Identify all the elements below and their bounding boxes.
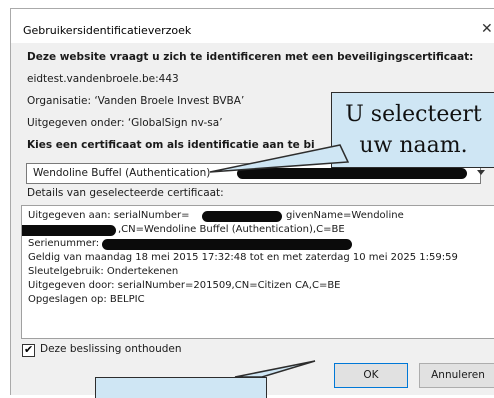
- request-heading: Deze website vraagt u zich te identifice…: [27, 51, 474, 63]
- issued-to-prefix: Uitgegeven aan: serialNumber=: [28, 210, 190, 221]
- site-organization: Organisatie: ‘Vanden Broele Invest BVBA’: [27, 95, 245, 107]
- certificate-details-box[interactable]: Uitgegeven aan: serialNumber= givenName=…: [21, 205, 494, 339]
- callout-text-line-1: U selecteert: [345, 102, 482, 127]
- close-icon[interactable]: ✕: [481, 21, 493, 37]
- serial-label: Serienummer:: [28, 238, 100, 249]
- remember-label: Deze beslissing onthouden: [40, 343, 182, 355]
- redaction-mark: [237, 168, 467, 179]
- callout-text-line-2: uw naam.: [359, 133, 468, 158]
- site-host: eidtest.vandenbroele.be:443: [27, 73, 179, 85]
- annotation-callout-box: [95, 377, 267, 398]
- annotation-callout: U selecteert uw naam.: [331, 92, 494, 168]
- title-bar: Gebruikersidentificatieverzoek ✕: [11, 9, 494, 43]
- choose-certificate-label: Kies een certificaat om als identificati…: [27, 139, 315, 151]
- ok-button[interactable]: OK: [334, 363, 408, 388]
- site-issuer: Uitgegeven onder: ‘GlobalSign nv-sa’: [27, 117, 223, 129]
- dialog-title: Gebruikersidentificatieverzoek: [23, 24, 192, 37]
- issued-by-line: Uitgegeven door: serialNumber=201509,CN=…: [28, 280, 341, 291]
- issued-to-given-name: givenName=Wendoline: [286, 210, 404, 221]
- redaction-mark: [202, 211, 282, 222]
- details-label: Details van geselecteerde certificaat:: [27, 187, 224, 199]
- stored-in-line: Opgeslagen op: BELPIC: [28, 294, 145, 305]
- redaction-mark: [102, 239, 352, 250]
- certificate-select-value: Wendoline Buffel (Authentication): [33, 167, 211, 179]
- chevron-down-icon[interactable]: [477, 170, 485, 175]
- cn-line: ,CN=Wendoline Buffel (Authentication),C=…: [118, 224, 345, 235]
- validity-line: Geldig van maandag 18 mei 2015 17:32:48 …: [28, 252, 458, 263]
- checkmark-icon: ✔: [24, 343, 34, 356]
- cancel-button[interactable]: Annuleren: [419, 363, 494, 388]
- certificate-request-dialog: Gebruikersidentificatieverzoek ✕ Deze we…: [10, 8, 494, 395]
- key-usage-line: Sleutelgebruik: Ondertekenen: [28, 266, 179, 277]
- redaction-mark: [22, 225, 116, 236]
- remember-checkbox[interactable]: ✔: [22, 343, 35, 357]
